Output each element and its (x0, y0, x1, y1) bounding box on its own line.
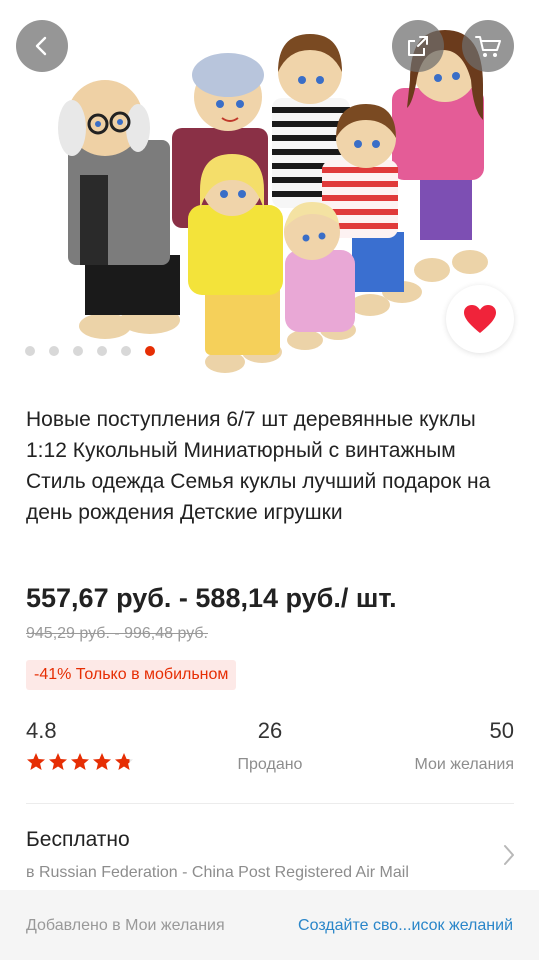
gallery-dot (25, 346, 35, 356)
wishlist-toast: Добавлено в Мои желания Создайте сво...и… (0, 890, 539, 960)
chevron-right-icon (504, 845, 514, 865)
heart-icon (464, 305, 496, 333)
gallery-dot (97, 346, 107, 356)
star-icon (115, 753, 133, 770)
share-icon (408, 36, 428, 56)
gallery-dot (49, 346, 59, 356)
star-icon (93, 753, 111, 770)
star-icon (49, 753, 67, 770)
sold-label: Продано (237, 756, 303, 773)
back-arrow-icon (35, 36, 47, 56)
original-price: 945,29 руб. - 996,48 руб. (26, 625, 208, 642)
product-title: Новые поступления 6/7 шт деревянные кукл… (26, 408, 491, 524)
rating-value: 4.8 (26, 718, 57, 743)
shipping-detail: в Russian Federation - China Post Regist… (26, 864, 409, 881)
cart-button[interactable] (462, 20, 514, 72)
gallery-dot (121, 346, 131, 356)
gallery-pagination (25, 346, 155, 356)
cart-icon (475, 36, 501, 57)
create-wishlist-link[interactable]: Создайте сво...исок желаний (298, 917, 513, 935)
wishlist-stat[interactable]: 50 Мои желания (414, 718, 514, 774)
gallery-dot (145, 346, 155, 356)
star-icon (27, 753, 45, 770)
doll-grandpa (58, 80, 180, 339)
sold-stat: 26 Продано (216, 718, 324, 774)
product-price: 557,67 руб. - 588,14 руб./ шт. (26, 583, 397, 613)
favorite-button[interactable] (446, 285, 514, 353)
star-icon (71, 753, 89, 770)
product-image-gallery[interactable] (0, 0, 539, 380)
added-to-wishlist-text: Добавлено в Мои желания (26, 917, 225, 934)
gallery-dot (73, 346, 83, 356)
product-stats: 4.8 26 Продано 50 Мои желания (26, 718, 514, 778)
sold-count: 26 (257, 718, 283, 743)
doll-girl (188, 154, 283, 373)
wishlist-count: 50 (489, 718, 514, 743)
wishlist-label: Мои желания (414, 756, 514, 773)
rating-stars (26, 752, 134, 772)
divider (26, 803, 514, 804)
share-button[interactable] (392, 20, 444, 72)
shipping-title: Бесплатно (26, 828, 130, 851)
discount-badge: -41% Только в мобильном (26, 660, 237, 690)
back-button[interactable] (16, 20, 68, 72)
